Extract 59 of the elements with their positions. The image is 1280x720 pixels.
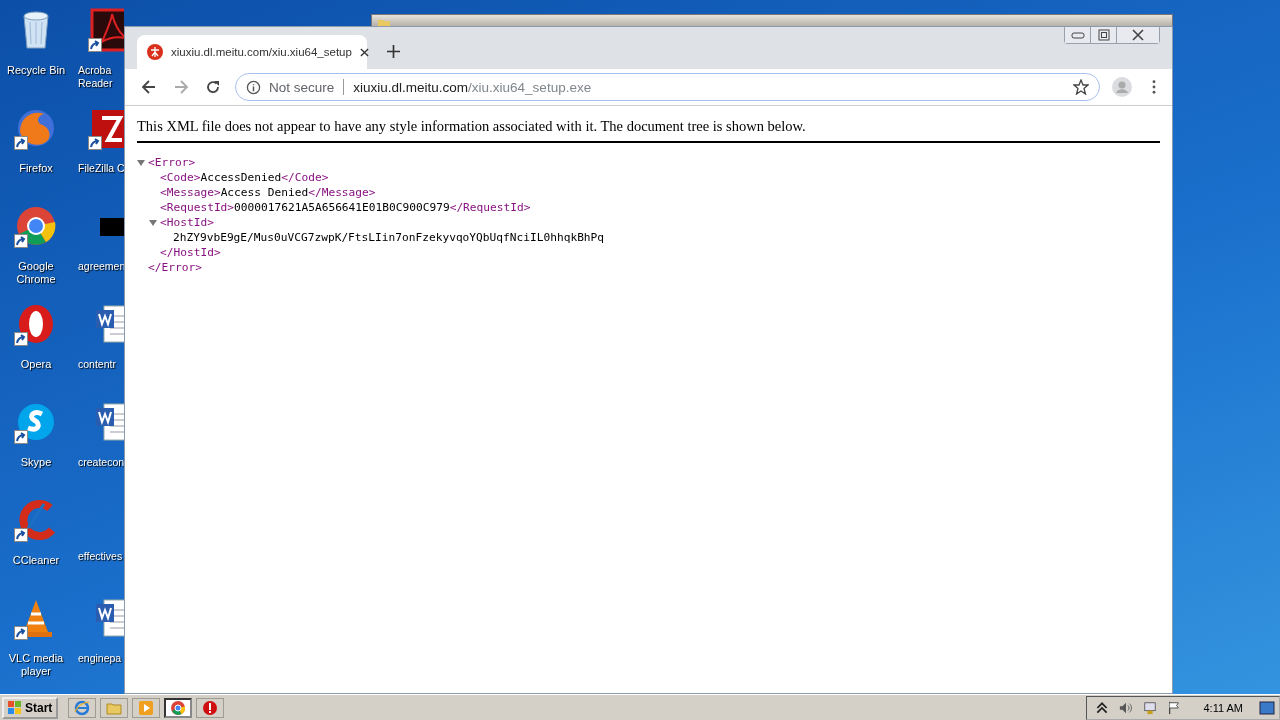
browser-tab[interactable]: xiuxiu.dl.meitu.com/xiu.xiu64_setup xyxy=(137,35,367,69)
desktop-icon-label: Skype xyxy=(20,456,52,469)
collapse-arrow-icon[interactable] xyxy=(137,158,145,167)
desktop-icon-label: VLC media player xyxy=(8,652,64,678)
chevron-up-icon[interactable] xyxy=(1095,700,1110,715)
desktop-icon-label: CCleaner xyxy=(12,554,60,567)
stop-icon xyxy=(202,699,219,716)
bookmark-star-icon[interactable] xyxy=(1073,79,1089,95)
security-label: Not secure xyxy=(269,79,335,95)
xml-tag: </HostId> xyxy=(160,245,221,260)
browser-icon xyxy=(170,699,187,716)
desktop-icon-label: agreemen xyxy=(78,260,126,273)
tab-title: xiuxiu.dl.meitu.com/xiu.xiu64_setup xyxy=(171,46,352,58)
xml-notice: This XML file does not appear to have any style information associated with it. The document tree is shown below. xyxy=(137,118,807,135)
taskbar-button[interactable] xyxy=(164,697,193,718)
back-icon[interactable] xyxy=(141,79,157,95)
taskbar-button[interactable] xyxy=(196,697,225,718)
browser-icon[interactable] xyxy=(14,204,58,248)
network-icon[interactable] xyxy=(1143,700,1158,715)
xml-element: <Message>Access Denied</Message> xyxy=(160,185,376,200)
restore-icon xyxy=(1097,29,1110,41)
new-tab-icon[interactable] xyxy=(387,45,400,58)
collapse-arrow-icon[interactable] xyxy=(149,218,157,227)
close-icon xyxy=(1132,29,1144,41)
desktop-icon-label: Recycle Bin xyxy=(6,64,66,77)
xml-text: 2hZY9vbE9gE/Mus0uVCG7zwpK/FtsLIin7onFzekyvqoYQbUqfNciIL0hhqkBhPq xyxy=(173,230,605,245)
start-button[interactable]: Start xyxy=(2,696,59,719)
xml-element: <Code>AccessDenied</Code> xyxy=(160,170,329,185)
xml-tag: <HostId> xyxy=(160,215,214,230)
browser-icon xyxy=(74,699,91,716)
media-player-icon xyxy=(138,699,155,716)
show-desktop-icon[interactable] xyxy=(1259,700,1275,715)
restore-button[interactable] xyxy=(1091,27,1117,43)
site-icon xyxy=(147,44,163,60)
info-icon[interactable] xyxy=(246,79,261,95)
desktop-icon-label: contentr xyxy=(78,358,116,371)
clock[interactable]: 4:11 AM xyxy=(1203,701,1243,714)
xml-tag: <Error> xyxy=(148,155,196,170)
start-logo-icon xyxy=(8,700,22,715)
xml-element: <RequestId>0000017621A5A656641E01B0C900C979</RequestId> xyxy=(160,200,531,215)
desktop-icon-label: Firefox xyxy=(19,162,53,175)
menu-icon[interactable] xyxy=(1152,80,1156,94)
pdf-icon[interactable] xyxy=(88,8,124,52)
desktop-icon-label: createcon xyxy=(78,456,125,469)
desktop-icon-label: enginepa xyxy=(78,652,122,665)
speaker-icon[interactable] xyxy=(1119,700,1134,715)
close-button[interactable] xyxy=(1117,27,1159,43)
desktop-icon-label: Opera xyxy=(20,358,52,371)
flag-icon[interactable] xyxy=(1167,700,1182,715)
desktop-icon-label: Google Chrome xyxy=(16,260,56,286)
xml-tag: </Error> xyxy=(148,260,202,275)
reload-icon[interactable] xyxy=(205,79,221,95)
url-text: xiuxiu.dl.meitu.com/xiu.xiu64_setup.exe xyxy=(353,79,593,95)
desktop-icon-label: effectives xyxy=(78,550,123,563)
minimize-button[interactable] xyxy=(1065,27,1091,43)
minimize-icon xyxy=(1070,31,1085,39)
close-tab-icon[interactable] xyxy=(359,47,369,57)
desktop-icon-label: Acroba Reader xyxy=(78,64,113,90)
desktop-icon-label: FileZilla C xyxy=(78,162,125,175)
